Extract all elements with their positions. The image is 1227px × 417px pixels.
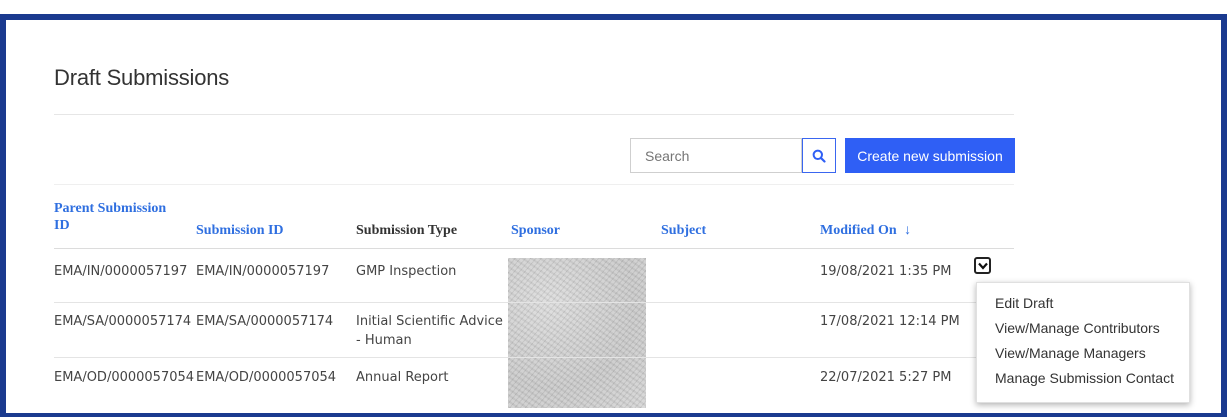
search-icon: [812, 149, 826, 163]
submission-type-cell: Annual Report: [356, 370, 449, 385]
menu-item-edit-draft[interactable]: Edit Draft: [977, 291, 1189, 316]
submission-id-cell: EMA/SA/0000057174: [196, 314, 334, 329]
menu-item-view-manage-contributors[interactable]: View/Manage Contributors: [977, 316, 1189, 341]
parent-id-cell: EMA/IN/0000057197: [54, 264, 188, 279]
row-actions-menu: Edit Draft View/Manage Contributors View…: [976, 282, 1190, 403]
header-divider: [54, 248, 1014, 249]
row-divider: [54, 357, 984, 358]
parent-id-cell: EMA/OD/0000057054: [54, 370, 195, 385]
column-header-modified-on[interactable]: Modified On ↓: [820, 223, 911, 239]
modified-on-cell: 22/07/2021 5:27 PM: [820, 370, 952, 385]
column-header-submission-type: Submission Type: [356, 223, 458, 238]
title-divider: [54, 114, 1014, 115]
row-actions-toggle[interactable]: [974, 257, 991, 274]
row-divider: [54, 302, 984, 303]
page-title: Draft Submissions: [54, 65, 230, 90]
menu-item-view-manage-managers[interactable]: View/Manage Managers: [977, 341, 1189, 366]
search-input[interactable]: [630, 138, 802, 173]
submission-id-cell: EMA/OD/0000057054: [196, 370, 337, 385]
app-frame: Draft Submissions Create new submission …: [0, 14, 1227, 417]
modified-on-cell: 17/08/2021 12:14 PM: [820, 314, 960, 329]
column-header-subject[interactable]: Subject: [661, 223, 706, 239]
modified-on-cell: 19/08/2021 1:35 PM: [820, 264, 952, 279]
toolbar-divider: [54, 184, 1014, 185]
sponsor-redacted-area: [508, 258, 646, 408]
parent-id-cell: EMA/SA/0000057174: [54, 314, 192, 329]
arrow-down-icon: ↓: [904, 223, 912, 238]
submission-type-line1: Initial Scientific Advice: [356, 314, 503, 329]
submission-type-cell: GMP Inspection: [356, 264, 457, 279]
column-header-submission-id[interactable]: Submission ID: [196, 223, 284, 239]
search-button[interactable]: [802, 138, 836, 173]
main-panel: Draft Submissions Create new submission …: [6, 20, 1221, 413]
modified-on-label: Modified On: [820, 223, 897, 238]
submission-type-line2: - Human: [356, 333, 412, 348]
chevron-down-icon: [977, 262, 988, 270]
top-strip: [0, 0, 1227, 14]
column-header-parent-line2: ID: [54, 218, 70, 233]
column-header-parent-line1: Parent Submission: [54, 201, 167, 216]
submission-type-cell: Initial Scientific Advice - Human: [356, 312, 503, 350]
column-header-parent-submission-id[interactable]: Parent Submission ID: [54, 200, 166, 234]
create-new-submission-button[interactable]: Create new submission: [845, 138, 1015, 173]
column-header-sponsor[interactable]: Sponsor: [511, 223, 560, 239]
submission-id-cell: EMA/IN/0000057197: [196, 264, 330, 279]
menu-item-manage-submission-contact[interactable]: Manage Submission Contact: [977, 366, 1189, 391]
